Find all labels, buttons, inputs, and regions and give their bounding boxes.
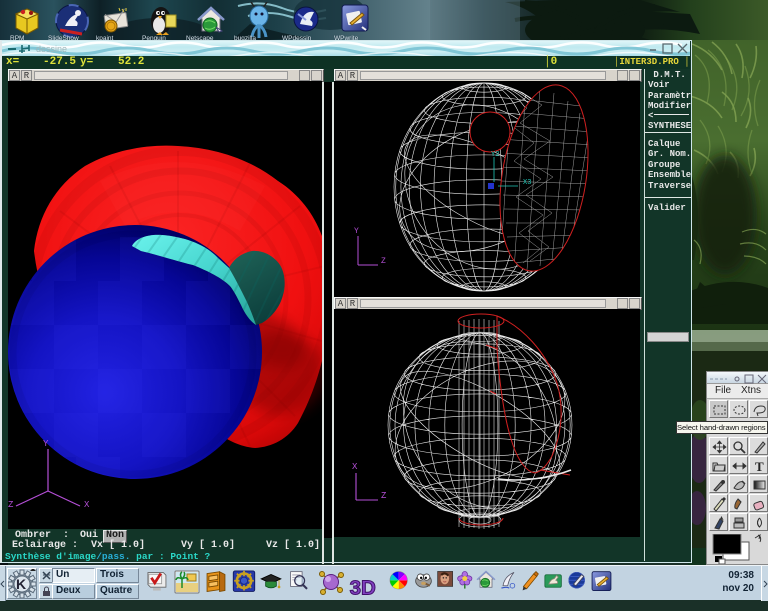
svg-text:Y: Y (43, 439, 49, 449)
svg-text:Y2: Y2 (491, 151, 499, 159)
svg-text:Y: Y (354, 227, 359, 236)
svg-text:K: K (16, 576, 26, 592)
svg-text:dessine: dessine (36, 44, 67, 54)
svg-text:X: X (84, 500, 90, 510)
svg-text:Z: Z (381, 257, 386, 266)
svg-text:X3: X3 (523, 179, 531, 187)
svg-text:Z: Z (381, 491, 387, 501)
svg-text:3D: 3D (350, 576, 376, 599)
svg-text:Z: Z (8, 500, 14, 510)
svg-text:X: X (352, 462, 358, 472)
svg-text:T: T (755, 459, 764, 474)
